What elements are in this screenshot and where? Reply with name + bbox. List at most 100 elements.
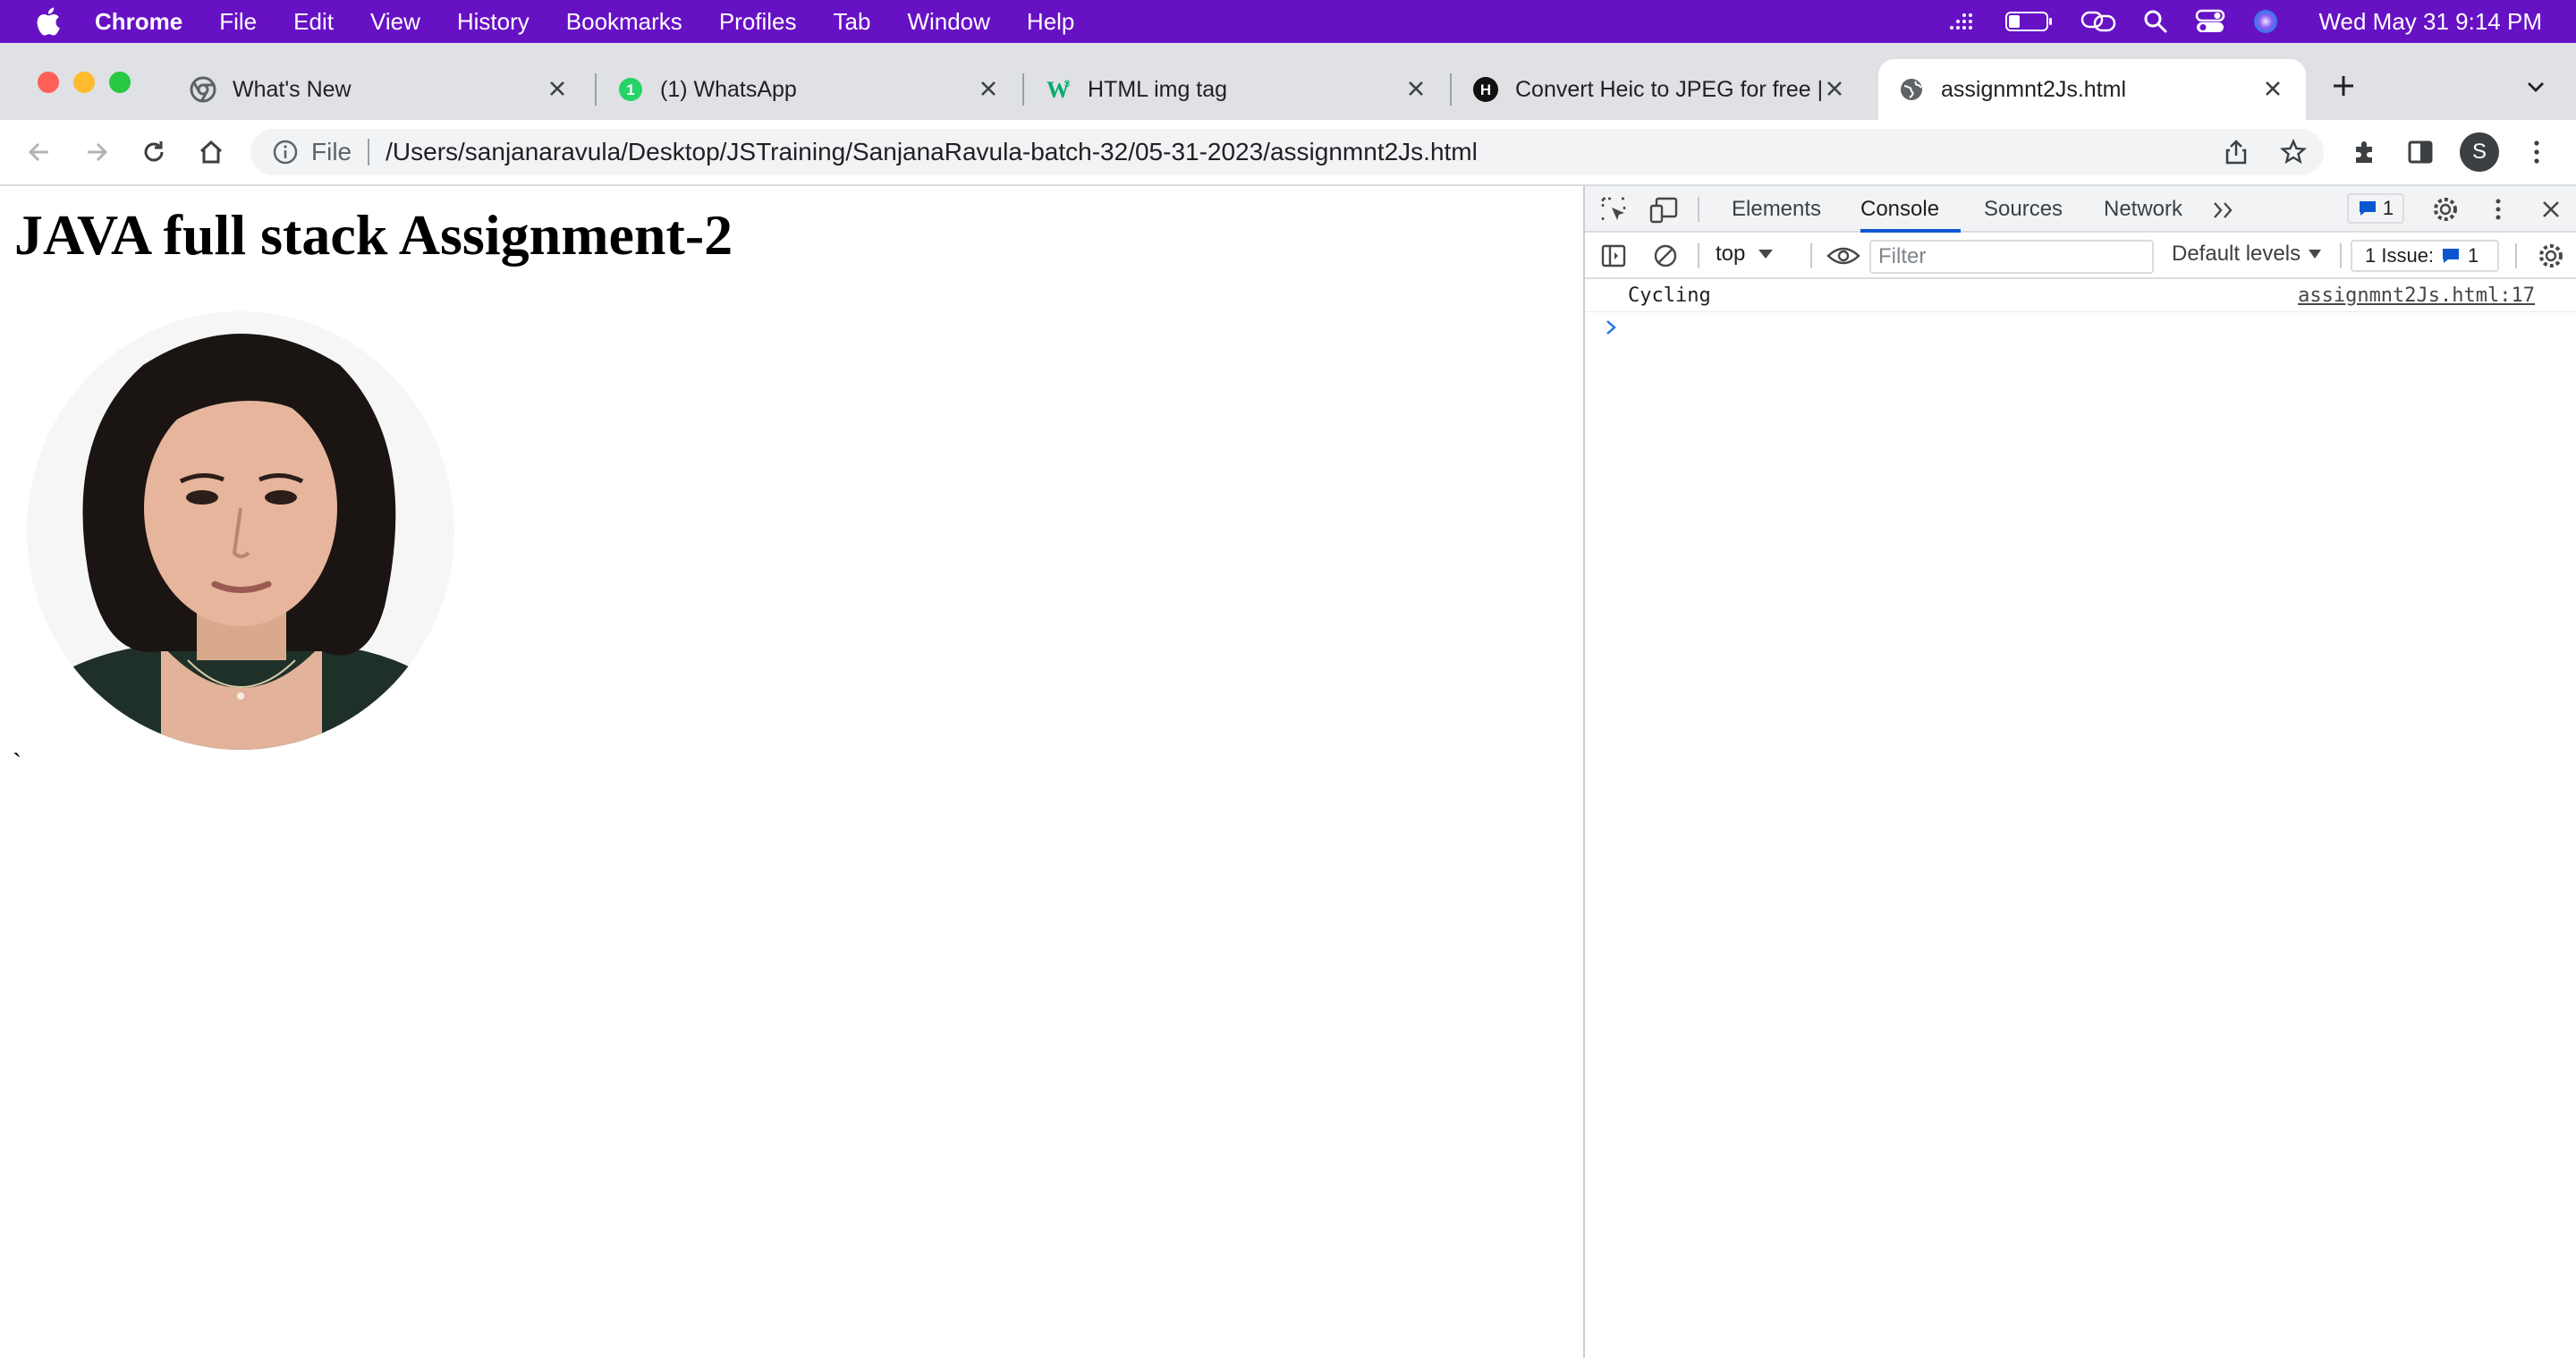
menu-bookmarks[interactable]: Bookmarks [566, 8, 682, 36]
chrome-icon [190, 76, 216, 103]
inspect-element-icon[interactable] [1599, 195, 1628, 224]
log-levels-value: Default levels [2172, 242, 2301, 266]
console-prompt-chevron-icon[interactable] [1603, 317, 1621, 338]
apple-icon[interactable] [34, 6, 61, 37]
minimize-window-button[interactable] [73, 72, 95, 93]
menu-profiles[interactable]: Profiles [719, 8, 797, 36]
tab-title: HTML img tag [1088, 76, 1228, 102]
menu-tab[interactable]: Tab [834, 8, 871, 36]
menu-edit[interactable]: Edit [293, 8, 334, 36]
close-icon[interactable] [975, 75, 1002, 102]
toolbar-divider [1810, 243, 1812, 268]
more-tabs-chevron-icon[interactable] [2211, 199, 2238, 222]
console-message-text: Cycling [1628, 284, 1711, 307]
tab-heic-converter[interactable]: H Convert Heic to JPEG for free | [1453, 59, 1868, 120]
heic-converter-icon: H [1473, 77, 1498, 102]
more-menu-icon[interactable] [2521, 136, 2553, 168]
tab-html-img-tag[interactable]: W3 HTML img tag [1025, 59, 1449, 120]
share-icon[interactable] [2222, 138, 2250, 166]
back-arrow-icon[interactable] [23, 136, 55, 168]
globe-icon [1901, 79, 1922, 100]
context-selector[interactable]: top [1716, 242, 1774, 267]
menubar-clock[interactable]: Wed May 31 9:14 PM [2318, 8, 2542, 36]
profile-photo [27, 311, 454, 750]
devtools-tab-console[interactable]: Console [1860, 197, 1939, 222]
tab-search-chevron-down-icon[interactable] [2522, 73, 2549, 100]
tab-assignment[interactable]: assignmnt2Js.html [1878, 59, 2306, 120]
toolbar-divider [2340, 243, 2342, 268]
profile-avatar[interactable]: S [2460, 132, 2499, 172]
devtools-more-options-icon[interactable] [2485, 195, 2512, 224]
close-icon[interactable] [2259, 75, 2286, 102]
menu-history[interactable]: History [457, 8, 530, 36]
url-divider [368, 139, 370, 166]
device-toolbar-icon[interactable] [1649, 195, 1680, 224]
close-icon[interactable] [544, 75, 571, 102]
bookmark-star-icon[interactable] [2279, 138, 2308, 166]
info-icon[interactable] [272, 139, 299, 166]
page-heading: JAVA full stack Assignment-2 [14, 203, 733, 267]
console-filter-input[interactable] [1869, 240, 2154, 274]
context-selector-value: top [1716, 242, 1746, 266]
home-icon[interactable] [195, 136, 227, 168]
settings-gear-icon[interactable] [2431, 195, 2460, 224]
menu-help[interactable]: Help [1027, 8, 1074, 36]
stray-backtick-text: ` [13, 748, 21, 777]
toolbar-divider [1698, 197, 1699, 222]
reload-icon[interactable] [138, 136, 170, 168]
tab-whatsapp[interactable]: 1 (1) WhatsApp [597, 59, 1021, 120]
side-panel-icon[interactable] [2404, 136, 2436, 168]
console-message-row: Cycling assignmnt2Js.html:17 [1585, 279, 2576, 312]
close-icon[interactable] [1402, 75, 1429, 102]
menu-view[interactable]: View [370, 8, 420, 36]
browser-toolbar: File /Users/sanjanaravula/Desktop/JSTrai… [0, 120, 2576, 186]
tab-whats-new[interactable]: What's New [170, 59, 590, 120]
macos-menu-bar: Chrome File Edit View History Bookmarks … [0, 0, 2576, 43]
message-icon [2359, 201, 2376, 216]
control-center-icon[interactable] [2195, 9, 2225, 34]
toolbar-divider [2515, 243, 2517, 268]
whatsapp-icon: 1 [619, 78, 642, 101]
zoom-window-button[interactable] [109, 72, 131, 93]
devtools-tab-bar: Elements Console Sources Network 1 [1585, 186, 2576, 233]
console-source-link[interactable]: assignmnt2Js.html:17 [2298, 284, 2535, 307]
devtools-panel: Elements Console Sources Network 1 top D… [1583, 186, 2576, 1358]
w3schools-icon: W3 [1046, 77, 1070, 103]
menu-file[interactable]: File [219, 8, 257, 36]
svg-text:3: 3 [1064, 79, 1070, 89]
tab-title: Convert Heic to JPEG for free | [1515, 76, 1824, 102]
screen-mirroring-icon[interactable] [2080, 9, 2116, 34]
siri-icon[interactable] [2252, 8, 2279, 35]
live-expression-eye-icon[interactable] [1826, 243, 1860, 268]
console-settings-gear-icon[interactable] [2537, 242, 2565, 270]
tab-separator [1450, 73, 1452, 106]
issues-button[interactable]: 1 Issue: 1 [2351, 240, 2499, 272]
close-devtools-icon[interactable] [2537, 195, 2565, 224]
url-text[interactable]: /Users/sanjanaravula/Desktop/JSTraining/… [386, 138, 1478, 166]
tab-title: assignmnt2Js.html [1941, 76, 2127, 102]
menu-window[interactable]: Window [907, 8, 989, 36]
tab-title: (1) WhatsApp [660, 76, 797, 102]
svg-text:H: H [1480, 81, 1491, 98]
show-sidebar-icon[interactable] [1599, 242, 1628, 270]
menu-app-chrome[interactable]: Chrome [95, 8, 182, 36]
close-window-button[interactable] [38, 72, 59, 93]
new-tab-icon[interactable] [2329, 72, 2358, 100]
battery-icon[interactable] [2005, 10, 2054, 33]
console-filter-bar: top Default levels 1 Issue: 1 [1585, 233, 2576, 279]
devtools-tab-sources[interactable]: Sources [1984, 197, 2063, 222]
log-levels-dropdown[interactable]: Default levels [2172, 242, 2322, 267]
close-icon[interactable] [1821, 75, 1848, 102]
spotlight-search-icon[interactable] [2143, 9, 2168, 34]
devtools-tab-elements[interactable]: Elements [1732, 197, 1821, 222]
network-activity-icon[interactable] [1948, 10, 1979, 33]
address-bar[interactable]: File /Users/sanjanaravula/Desktop/JSTrai… [250, 129, 2324, 175]
extensions-puzzle-icon[interactable] [2349, 136, 2381, 168]
whatsapp-badge: 1 [626, 81, 634, 98]
console-messages-badge[interactable]: 1 [2347, 193, 2404, 224]
tab-separator [1022, 73, 1024, 106]
clear-console-icon[interactable] [1651, 242, 1680, 270]
forward-arrow-icon[interactable] [80, 136, 113, 168]
dropdown-caret-icon [1758, 250, 1774, 259]
devtools-tab-network[interactable]: Network [2104, 197, 2182, 222]
